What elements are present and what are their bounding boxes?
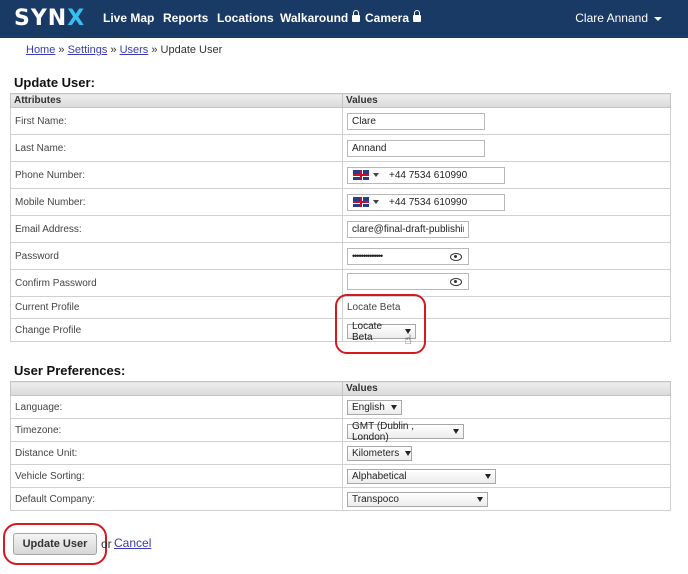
cancel-link[interactable]: Cancel — [114, 536, 151, 550]
nav-camera[interactable]: Camera — [365, 0, 422, 38]
user-preferences-table: Values Language: English Timezone: GMT (… — [10, 381, 671, 511]
phone-label: Phone Number: — [10, 161, 343, 189]
dropdown-arrow-icon — [405, 450, 412, 456]
profile-highlight-annotation — [335, 294, 426, 354]
confirm-password-input[interactable] — [347, 273, 469, 290]
update-user-button[interactable]: Update User — [13, 533, 97, 555]
lock-icon — [413, 10, 422, 22]
dropdown-arrow-icon — [373, 200, 379, 204]
dropdown-arrow-icon — [373, 173, 379, 177]
timezone-select[interactable]: GMT (Dublin , London) — [347, 421, 464, 443]
last-name-label: Last Name: — [10, 134, 343, 162]
language-select[interactable]: English — [347, 399, 402, 415]
uk-flag-icon[interactable] — [353, 170, 369, 180]
breadcrumb-settings[interactable]: Settings — [68, 44, 108, 56]
nav-locations[interactable]: Locations — [217, 0, 274, 38]
change-profile-label: Change Profile — [10, 318, 343, 342]
phone-input[interactable]: +44 7534 610990 — [347, 166, 505, 184]
uk-flag-icon[interactable] — [353, 197, 369, 207]
timezone-label: Timezone: — [10, 418, 343, 442]
nav-walkaround[interactable]: Walkaround — [280, 0, 361, 38]
email-input[interactable] — [347, 220, 469, 238]
distance-unit-select[interactable]: Kilometers — [347, 445, 412, 461]
top-navbar: SYNX Live Map Reports Locations Walkarou… — [0, 0, 688, 38]
default-company-label: Default Company: — [10, 487, 343, 511]
eye-icon[interactable] — [450, 252, 462, 261]
hand-cursor-icon: ☝ — [404, 332, 412, 347]
breadcrumb-home[interactable]: Home — [26, 44, 55, 56]
default-company-select[interactable]: Transpoco — [347, 491, 488, 507]
password-input[interactable]: •••••••••••••• — [347, 247, 469, 265]
last-name-input[interactable] — [347, 139, 485, 157]
dropdown-arrow-icon — [477, 496, 483, 502]
update-user-title: Update User: — [14, 75, 95, 90]
caret-down-icon — [654, 16, 662, 21]
dropdown-arrow-icon — [485, 473, 491, 479]
password-label: Password — [10, 242, 343, 270]
distance-unit-label: Distance Unit: — [10, 441, 343, 465]
language-label: Language: — [10, 395, 343, 419]
first-name-input[interactable] — [347, 112, 485, 130]
user-menu[interactable]: Clare Annand — [575, 0, 662, 38]
dropdown-arrow-icon — [391, 404, 397, 410]
vehicle-sorting-label: Vehicle Sorting: — [10, 464, 343, 488]
vehicle-sorting-select[interactable]: Alphabetical — [347, 468, 496, 484]
or-text: or — [101, 537, 112, 551]
email-label: Email Address: — [10, 215, 343, 243]
column-header-attributes: Attributes — [10, 93, 343, 108]
eye-icon[interactable] — [450, 278, 462, 286]
column-header-values: Values — [342, 381, 671, 396]
dropdown-arrow-icon — [453, 429, 459, 435]
mobile-input[interactable]: +44 7534 610990 — [347, 193, 505, 211]
breadcrumb: Home » Settings » Users » Update User — [26, 44, 223, 56]
nav-reports[interactable]: Reports — [163, 0, 208, 38]
first-name-label: First Name: — [10, 107, 343, 135]
lock-icon — [352, 10, 361, 22]
column-header-values: Values — [342, 93, 671, 108]
breadcrumb-current: Update User — [160, 44, 223, 56]
synx-logo[interactable]: SYNX — [14, 7, 85, 31]
mobile-label: Mobile Number: — [10, 188, 343, 216]
nav-live-map[interactable]: Live Map — [103, 0, 154, 38]
current-profile-label: Current Profile — [10, 296, 343, 319]
user-preferences-title: User Preferences: — [14, 363, 126, 378]
column-header-blank — [10, 381, 343, 396]
breadcrumb-users[interactable]: Users — [120, 44, 149, 56]
confirm-password-label: Confirm Password — [10, 269, 343, 297]
